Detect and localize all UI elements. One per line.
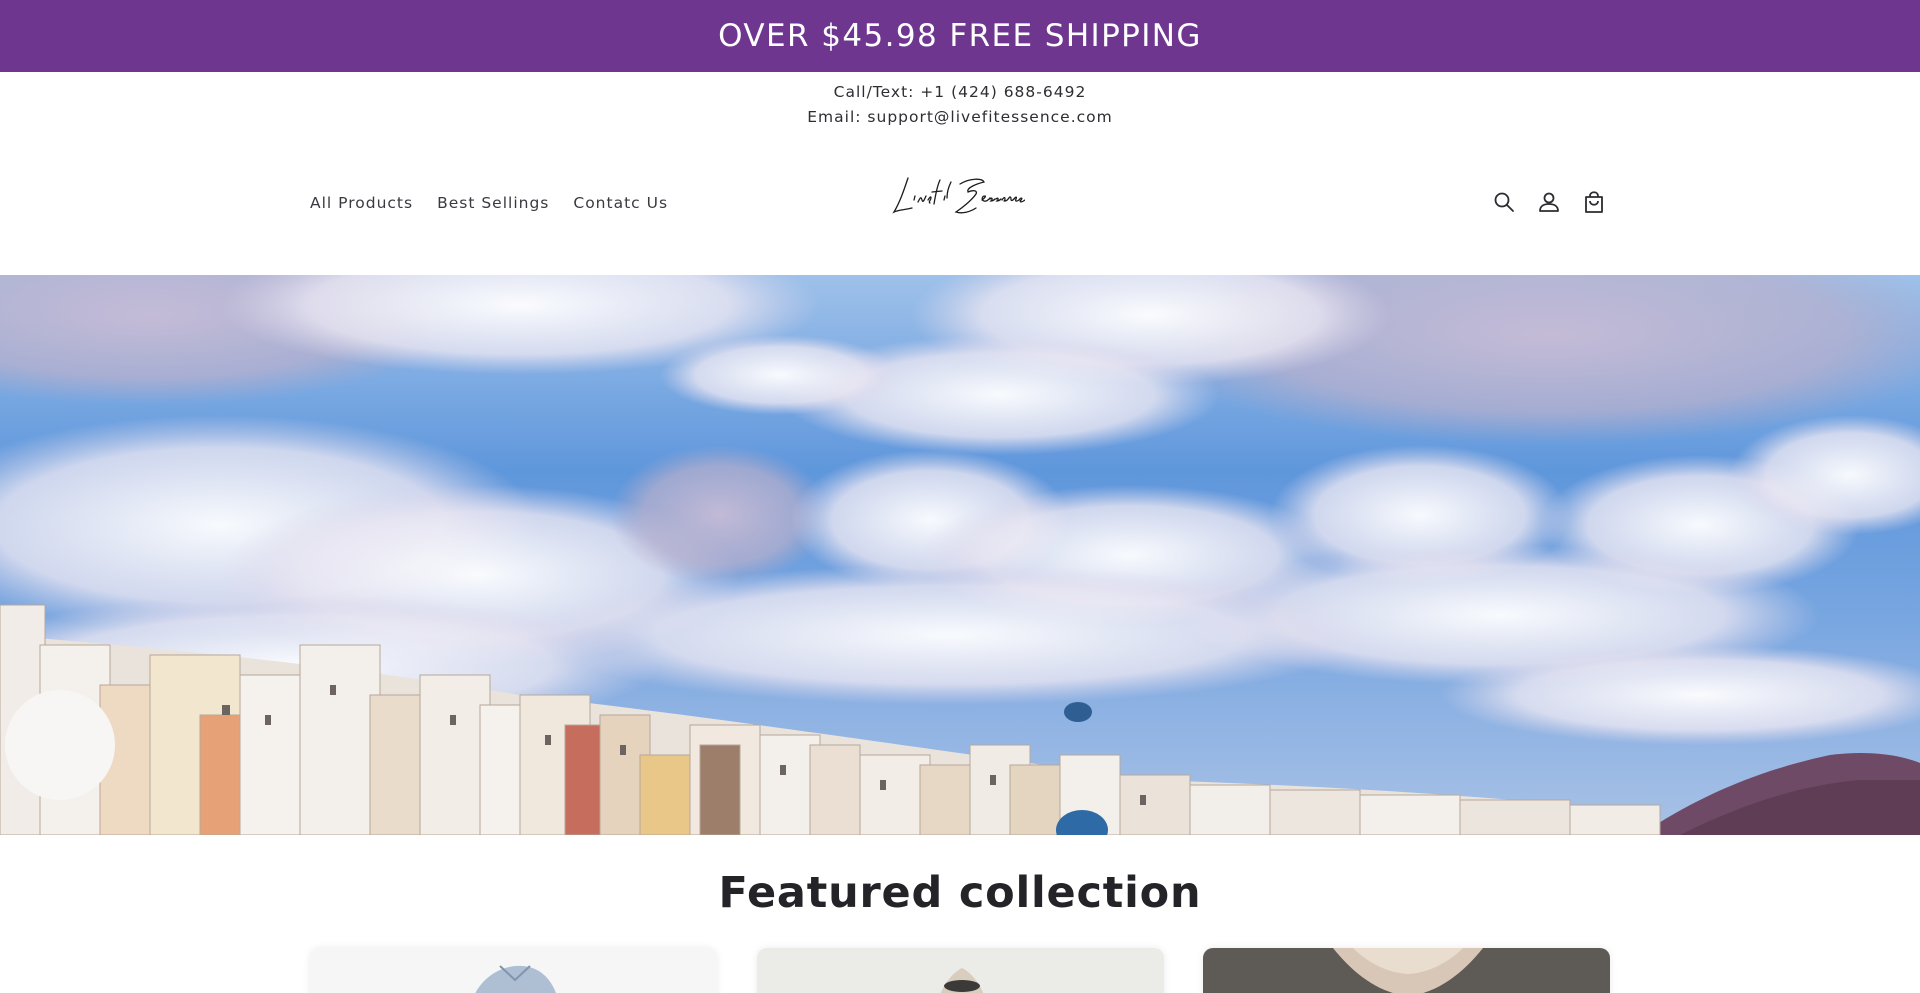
product-card[interactable] — [757, 948, 1164, 993]
hero-banner-image — [0, 275, 1920, 835]
header-icons — [1490, 188, 1608, 216]
cart-icon[interactable] — [1580, 188, 1608, 216]
nav-item-contact-us[interactable]: Contatc Us — [573, 194, 668, 212]
announcement-text: OVER $45.98 FREE SHIPPING — [718, 18, 1202, 54]
site-logo[interactable] — [890, 170, 1026, 222]
product-card[interactable] — [310, 948, 717, 993]
contact-phone: Call/Text: +1 (424) 688-6492 — [833, 83, 1087, 101]
contact-info: Call/Text: +1 (424) 688-6492 Email: supp… — [0, 80, 1920, 130]
featured-collection-heading: Featured collection — [718, 868, 1202, 918]
account-icon[interactable] — [1535, 188, 1563, 216]
nav-item-best-sellings[interactable]: Best Sellings — [437, 194, 549, 212]
product-image — [940, 968, 984, 993]
nav-item-all-products[interactable]: All Products — [310, 194, 413, 212]
product-image — [475, 965, 556, 993]
main-nav: All Products Best Sellings Contatc Us — [310, 194, 668, 212]
hero-landscape-illustration — [0, 275, 1920, 835]
product-image — [1333, 948, 1483, 993]
search-icon[interactable] — [1490, 188, 1518, 216]
logo-signature — [892, 177, 1026, 214]
product-card[interactable] — [1203, 948, 1610, 993]
announcement-bar: OVER $45.98 FREE SHIPPING — [0, 0, 1920, 72]
contact-email: Email: support@livefitessence.com — [807, 108, 1113, 126]
